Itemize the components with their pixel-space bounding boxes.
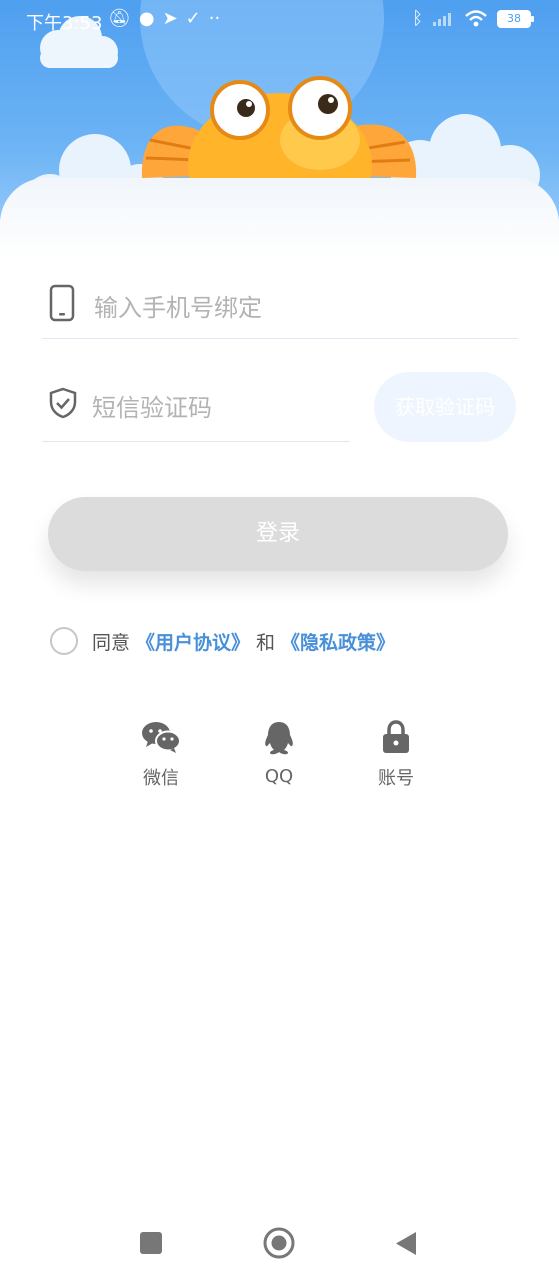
wechat-login-button[interactable]: 微信: [111, 720, 211, 790]
agreement-row: 同意 《用户协议》 和 《隐私政策》: [50, 626, 395, 656]
agreement-and: 和: [256, 631, 276, 654]
wechat-icon: [142, 722, 181, 753]
phone-field[interactable]: 输入手机号绑定: [42, 280, 518, 339]
agreement-checkbox[interactable]: [50, 627, 78, 655]
user-agreement-link[interactable]: 《用户协议》: [136, 628, 250, 655]
home-icon[interactable]: [263, 1227, 295, 1259]
sms-code-input-placeholder: 短信验证码: [92, 394, 212, 422]
chat-notification-icon: ●: [138, 8, 155, 29]
lock-icon: [383, 720, 409, 753]
get-code-button[interactable]: 获取验证码: [374, 372, 516, 442]
qq-icon: [265, 722, 293, 755]
shield-check-icon: [49, 387, 77, 419]
download-done-icon: ✓: [185, 8, 201, 29]
phone-input-placeholder: 输入手机号绑定: [94, 294, 262, 322]
sms-code-field[interactable]: 短信验证码: [42, 383, 350, 442]
qq-login-label: QQ: [264, 766, 294, 787]
status-bar: 下午3:53 🔕︎ ● ➤ ✓ ·· ᛒ 38: [0, 0, 559, 42]
battery-level: 38: [507, 11, 521, 25]
signal-icon: [433, 12, 451, 26]
wechat-login-label: 微信: [143, 768, 179, 789]
login-button[interactable]: 登录: [48, 497, 508, 571]
phone-icon: [49, 284, 75, 322]
recents-icon[interactable]: [140, 1232, 162, 1254]
more-notifications-icon: ··: [208, 8, 221, 29]
mute-bell-icon: 🔕︎: [108, 8, 131, 29]
battery-icon: 38: [497, 9, 534, 28]
back-icon[interactable]: [396, 1232, 416, 1255]
privacy-policy-link[interactable]: 《隐私政策》: [281, 628, 395, 655]
login-button-label: 登录: [255, 521, 300, 546]
bluetooth-icon: ᛒ: [412, 8, 423, 29]
account-login-label: 账号: [378, 768, 414, 789]
wifi-icon: [465, 9, 487, 26]
navigation-bar: [0, 1210, 559, 1280]
sheet-top-fade: [0, 178, 559, 258]
qq-login-button[interactable]: QQ: [229, 720, 329, 787]
agreement-prefix: 同意: [92, 631, 131, 654]
telegram-icon: ➤: [162, 8, 178, 29]
account-login-button[interactable]: 账号: [346, 720, 446, 790]
status-time: 下午3:53: [26, 13, 103, 34]
